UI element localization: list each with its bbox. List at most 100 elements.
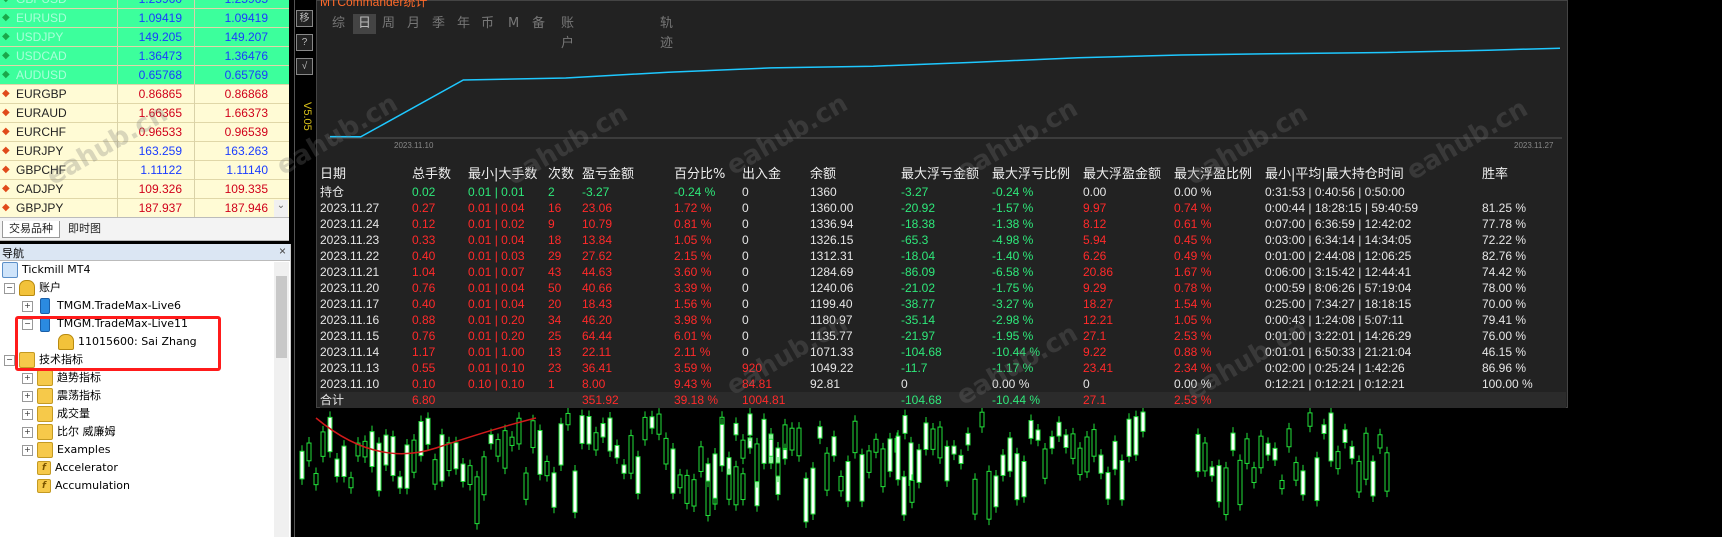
- table-cell: 20.86: [1083, 265, 1114, 279]
- tree-indicator[interactable]: f Accelerator: [37, 459, 118, 477]
- market-row[interactable]: ◆ AUDUSD 0.65768 0.65769: [0, 66, 289, 85]
- tab-day[interactable]: 日: [353, 14, 377, 34]
- confirm-button[interactable]: √: [296, 58, 313, 75]
- candle-body: [972, 478, 978, 515]
- market-row[interactable]: ◆ EURGBP 0.86865 0.86868: [0, 85, 289, 104]
- candle-body: [362, 440, 368, 458]
- market-row[interactable]: ◆ EURCHF 0.96533 0.96539: [0, 123, 289, 142]
- table-cell: 2: [548, 185, 555, 199]
- expand-icon[interactable]: +: [22, 426, 33, 438]
- column-divider: [117, 66, 118, 85]
- table-cell: 0.01 | 0.04: [468, 281, 525, 295]
- table-cell: 2023.11.21: [320, 265, 380, 279]
- market-row[interactable]: ◆ EURAUD 1.66365 1.66373: [0, 104, 289, 123]
- market-row[interactable]: ◆ EURUSD 1.09419 1.09419: [0, 9, 289, 28]
- expand-icon[interactable]: +: [22, 390, 33, 402]
- candle-body: [1363, 432, 1369, 480]
- candle-body: [1098, 454, 1104, 474]
- candle-body: [425, 417, 431, 445]
- market-row[interactable]: ◆ CADJPY 109.326 109.335: [0, 180, 289, 199]
- navigator-title: 导航: [2, 247, 24, 260]
- table-cell: -3.27: [901, 185, 929, 199]
- tree-indicator[interactable]: f Accumulation: [37, 477, 130, 495]
- market-row[interactable]: ◆ GBPUSD 1.25960 1.25965: [0, 0, 289, 9]
- market-row[interactable]: ◆ USDJPY 149.205 149.207: [0, 28, 289, 47]
- tab-week[interactable]: 周: [382, 14, 395, 34]
- tree-item[interactable]: + 比尔 威廉姆: [22, 423, 116, 441]
- indicator-icon: f: [37, 461, 51, 475]
- tree-accounts[interactable]: − 账户: [4, 279, 61, 297]
- candle-body: [1251, 467, 1257, 484]
- column-header: 最大浮亏金额: [901, 167, 980, 182]
- scroll-down-icon[interactable]: ⌄: [274, 200, 288, 218]
- candle-body: [474, 476, 480, 525]
- table-cell: 合计: [320, 393, 345, 407]
- tab-year[interactable]: 年: [457, 14, 470, 34]
- market-bid: 149.205: [138, 30, 182, 44]
- market-row[interactable]: ◆ EURJPY 163.259 163.263: [0, 142, 289, 161]
- equity-curve-chart: 2023.11.10 2023.11.27: [328, 47, 1562, 150]
- table-cell: 16: [548, 201, 562, 215]
- candle-body: [916, 449, 922, 483]
- tree-root[interactable]: Tickmill MT4: [2, 261, 90, 279]
- tree-item[interactable]: + Examples: [22, 441, 110, 459]
- market-symbol: EURAUD: [16, 106, 67, 120]
- market-bid: 109.326: [138, 182, 182, 196]
- candlestick-chart: [299, 408, 1390, 530]
- tree-account-live6[interactable]: + TMGM.TradeMax-Live6: [22, 297, 181, 315]
- candle-body: [523, 472, 529, 500]
- arrow-up-icon: ◆: [2, 69, 10, 80]
- tab-month[interactable]: 月: [407, 14, 420, 34]
- tab-summary[interactable]: 综: [332, 14, 345, 34]
- table-cell: 13: [548, 345, 562, 359]
- candle-body: [1384, 452, 1390, 492]
- tree-item[interactable]: + 趋势指标: [22, 369, 101, 387]
- tab-trajectory[interactable]: 轨迹: [660, 14, 673, 51]
- market-row[interactable]: ◆ USDCAD 1.36473 1.36476: [0, 47, 289, 66]
- market-row[interactable]: ◆ GBPCHF 1.11122 1.11140: [0, 161, 289, 180]
- table-cell: 0.01 | 0.10: [468, 361, 525, 375]
- table-cell: 0.02: [412, 185, 436, 199]
- market-symbol: EURUSD: [16, 11, 67, 25]
- table-cell: 0.78 %: [1174, 281, 1212, 295]
- navigator-scrollbar[interactable]: [274, 262, 289, 537]
- expand-icon[interactable]: +: [22, 300, 33, 312]
- expand-icon[interactable]: +: [22, 408, 33, 420]
- candle-body: [1007, 437, 1013, 472]
- table-cell: -86.09: [901, 265, 936, 279]
- table-cell: -1.38 %: [992, 217, 1034, 231]
- tree-item[interactable]: + 成交量: [22, 405, 90, 423]
- table-cell: 1199.40: [810, 297, 853, 311]
- candle-body: [481, 456, 487, 496]
- table-cell: 23.06: [582, 201, 613, 215]
- table-cell: 1004.81: [742, 393, 786, 407]
- candle-body: [1056, 421, 1062, 437]
- tree-item[interactable]: + 震荡指标: [22, 387, 101, 405]
- table-cell: 2023.11.15: [320, 329, 380, 343]
- tab-quarter[interactable]: 季: [432, 14, 445, 34]
- tab-magic[interactable]: M: [508, 14, 519, 34]
- expand-icon[interactable]: +: [22, 372, 33, 384]
- expand-icon[interactable]: +: [22, 444, 33, 456]
- tab-account[interactable]: 账户: [561, 14, 574, 51]
- candle-body: [887, 438, 893, 472]
- candle-body: [965, 432, 971, 446]
- collapse-icon[interactable]: −: [4, 282, 15, 294]
- table-cell: 6.80: [412, 393, 436, 407]
- tab-tick-chart[interactable]: 即时图: [62, 221, 107, 237]
- candle-body: [397, 476, 403, 489]
- scrollbar-thumb[interactable]: [276, 276, 287, 358]
- tab-notes[interactable]: 备: [532, 14, 545, 34]
- collapse-icon[interactable]: −: [4, 354, 15, 366]
- candle-body: [684, 474, 690, 504]
- table-cell: 74.42 %: [1482, 265, 1527, 279]
- table-cell: 0:07:00 | 6:36:59 | 12:42:02: [1265, 217, 1412, 231]
- market-row[interactable]: ◆ GBPJPY 187.937 187.946: [0, 199, 289, 218]
- tab-symbols[interactable]: 交易品种: [2, 221, 60, 238]
- table-cell: -1.95 %: [992, 329, 1034, 343]
- table-cell: 0: [742, 281, 749, 295]
- help-button[interactable]: ?: [296, 34, 313, 51]
- move-button[interactable]: 移: [296, 10, 313, 27]
- tab-currency[interactable]: 币: [481, 14, 494, 34]
- close-icon[interactable]: ×: [279, 244, 286, 258]
